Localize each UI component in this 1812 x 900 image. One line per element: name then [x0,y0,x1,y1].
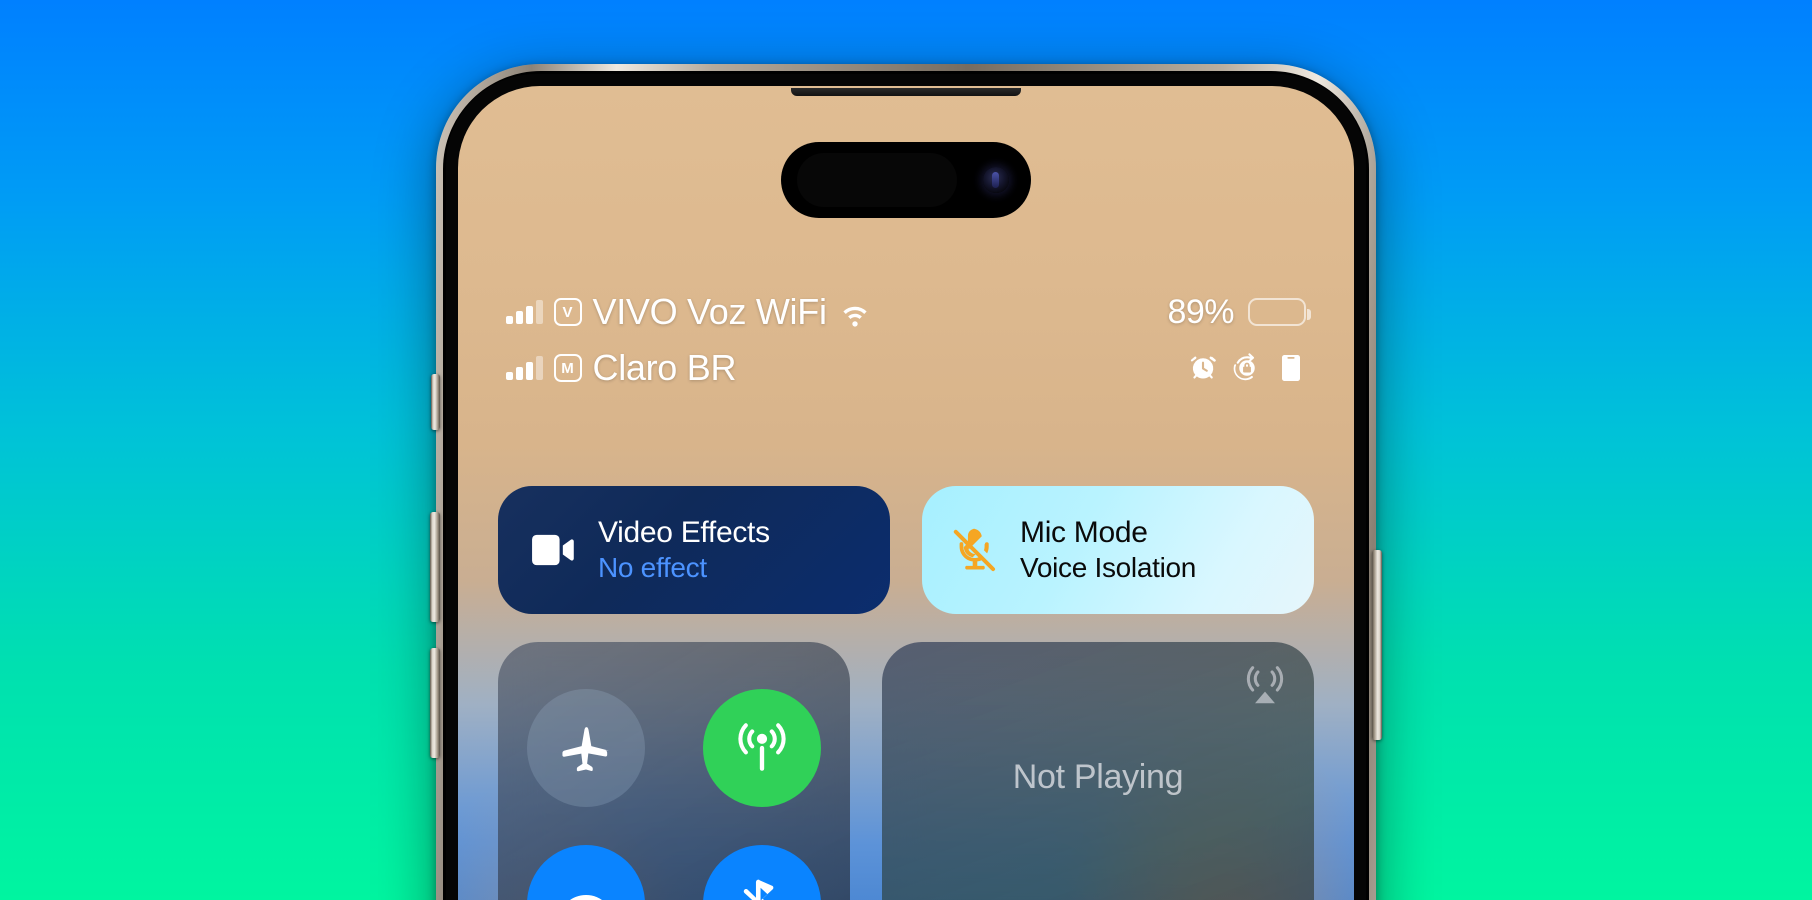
cellular-data-toggle[interactable] [703,689,821,807]
video-camera-icon [526,524,578,576]
wifi-icon [838,295,872,329]
signal-bars-icon-secondary [506,356,543,380]
volume-up-button[interactable] [430,512,440,622]
power-button[interactable] [1372,550,1382,740]
iphone-screen: V VIVO Voz WiFi 89% M Claro BR Video Eff… [458,86,1354,900]
volume-down-button[interactable] [430,648,440,758]
control-center: V VIVO Voz WiFi 89% M Claro BR Video Eff… [458,86,1354,900]
mute-switch-button[interactable] [431,374,440,430]
connectivity-tile [498,642,850,900]
cellular-antenna-icon [738,723,786,771]
media-status-label: Not Playing [1012,758,1184,796]
wifi-icon [570,895,602,900]
bluetooth-icon [743,879,774,900]
video-effects-tile[interactable]: Video Effects No effect [498,486,890,614]
mic-mode-title: Mic Mode [1020,516,1148,549]
mic-mode-text: Mic Mode Voice Isolation [1020,516,1196,584]
carrier-name-primary: VIVO Voz WiFi [592,291,827,332]
person-badge-icon [1276,353,1306,383]
status-bar-left-primary: V VIVO Voz WiFi [506,291,872,333]
tiles-row-2: Not Playing [498,642,1314,900]
video-effects-subtitle: No effect [598,552,707,583]
mic-mode-subtitle: Voice Isolation [1020,552,1197,583]
desktop-backdrop: V VIVO Voz WiFi 89% M Claro BR Video Eff… [0,0,1812,900]
signal-bars-icon [506,300,543,324]
airplane-mode-toggle[interactable] [527,689,645,807]
tiles-row-1: Video Effects No effect Mic Mode Voice I… [498,486,1314,614]
control-center-tiles: Video Effects No effect Mic Mode Voice I… [458,486,1354,900]
status-bar-right-primary: 89% [1167,292,1311,332]
video-effects-title: Video Effects [598,516,770,549]
bluetooth-toggle[interactable] [703,845,821,900]
airplane-icon [562,727,609,772]
status-bar-right-secondary [1188,353,1306,383]
iphone-device-frame: V VIVO Voz WiFi 89% M Claro BR Video Eff… [430,64,1382,900]
airplay-icon[interactable] [1242,664,1288,710]
mic-slash-icon [950,525,1000,575]
media-playback-tile[interactable]: Not Playing [882,642,1314,900]
rotation-lock-icon [1232,353,1262,383]
wifi-toggle[interactable] [527,845,645,900]
mic-mode-tile[interactable]: Mic Mode Voice Isolation [922,486,1314,614]
battery-icon [1248,298,1311,326]
status-bar-row-primary: V VIVO Voz WiFi 89% [506,286,1311,338]
status-bar-row-secondary: M Claro BR [506,342,1306,394]
carrier-name-secondary: Claro BR [592,347,737,388]
battery-percentage: 89% [1167,292,1234,331]
video-effects-text: Video Effects No effect [598,516,770,584]
sim-badge-m: M [553,354,582,382]
sim-badge-v: V [553,298,582,326]
alarm-clock-icon [1188,353,1218,383]
status-bar: V VIVO Voz WiFi 89% M Claro BR [458,286,1354,394]
status-bar-left-secondary: M Claro BR [506,347,736,389]
